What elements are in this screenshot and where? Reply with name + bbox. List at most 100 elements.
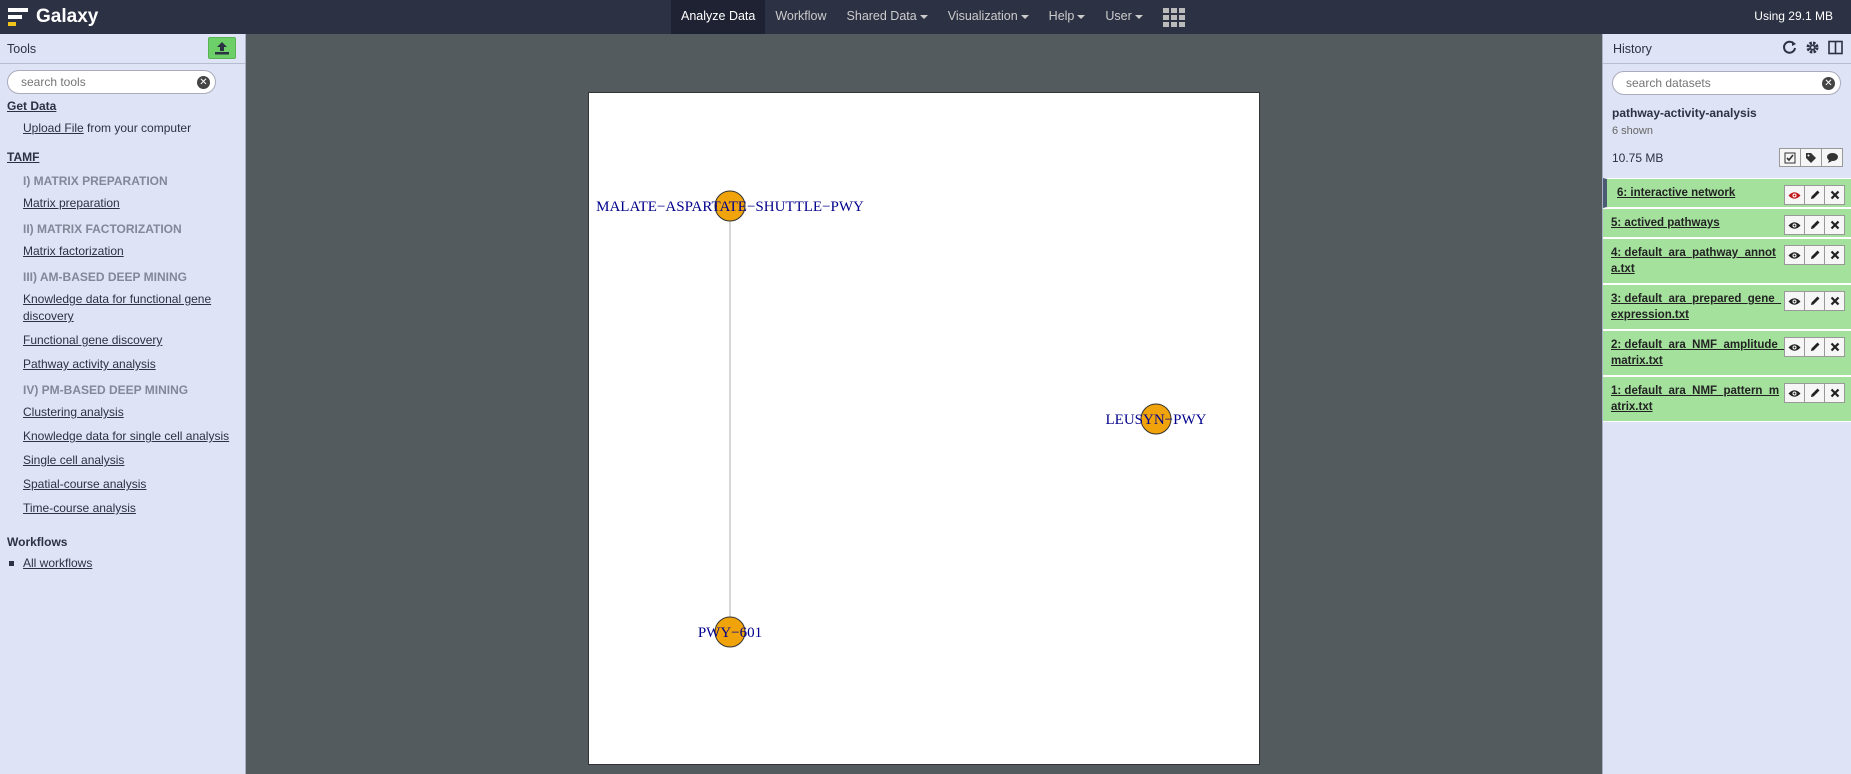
nav-item[interactable]: Help [1039,0,1096,34]
all-workflows-link[interactable]: All workflows [23,556,92,570]
caret-down-icon [1077,14,1086,19]
network-node-label: MALATE−ASPARTATE−SHUTTLE−PWY [596,199,864,215]
upload-file-suffix: from your computer [83,121,192,135]
tool-link[interactable]: Single cell analysis [23,452,239,469]
tool-search: ✕ [7,70,216,94]
tool-link[interactable]: Clustering analysis [23,404,239,421]
history-name[interactable]: pathway-activity-analysis [1612,106,1757,120]
dataset-item[interactable]: 2: default_ara_NMF_amplitude_matrix.txt [1603,330,1851,376]
pencil-icon[interactable] [1804,245,1825,265]
history-actions [1779,148,1843,167]
tool-link[interactable]: Functional gene discovery [23,332,239,349]
upload-file-tool[interactable]: Upload File from your computer [23,120,239,137]
dataset-item[interactable]: 4: default_ara_pathway_annota.txt [1603,238,1851,284]
eye-icon[interactable] [1784,383,1805,403]
pencil-icon[interactable] [1804,337,1825,357]
workflows-title: Workflows [7,535,68,549]
close-icon[interactable] [1824,185,1845,205]
eye-icon[interactable] [1784,291,1805,311]
tool-panel-title: Tools [7,42,37,56]
pencil-icon[interactable] [1804,291,1825,311]
upload-file-link[interactable]: Upload File [23,121,84,135]
columns-icon[interactable] [1828,40,1843,55]
close-icon[interactable] [1824,337,1845,357]
select-all-icon[interactable] [1779,148,1801,167]
tool-link[interactable]: Spatial-course analysis [23,476,239,493]
caret-down-icon [1020,14,1029,19]
nav-item-label: Analyze Data [681,9,756,23]
clear-search-icon[interactable]: ✕ [1822,77,1835,90]
annotation-icon[interactable] [1821,148,1843,167]
center-panel: MALATE−ASPARTATE−SHUTTLE−PWY LEUSYN−PWY PW… [246,34,1602,774]
history-header: History [1603,34,1851,64]
tool-link[interactable]: Pathway activity analysis [23,356,239,373]
eye-icon[interactable] [1784,337,1805,357]
dataset-item[interactable]: 6: interactive network [1603,178,1851,208]
upload-icon [215,42,229,55]
workflows-list-item: All workflows [9,556,239,570]
history-panel: History ✕ pathway-activity-analysis 6 sh… [1602,34,1851,774]
galaxy-logo-icon [8,7,30,27]
tool-items: I) MATRIX PREPARATION Matrix preparation I… [7,174,239,517]
refresh-icon[interactable] [1782,40,1797,55]
close-icon[interactable] [1824,383,1845,403]
caret-down-icon [1134,14,1143,19]
pencil-icon[interactable] [1804,185,1825,205]
bullet-icon [9,560,14,566]
nav-item[interactable]: Shared Data [837,0,938,34]
tool-link[interactable]: Knowledge data for single cell analysis [23,428,239,445]
tags-icon[interactable] [1800,148,1822,167]
apps-grid-icon[interactable] [1153,0,1195,34]
brand[interactable]: Galaxy [8,4,98,30]
brand-title: Galaxy [36,6,99,27]
nav-item[interactable]: User [1095,0,1152,34]
tool-link[interactable]: Knowledge data for functional gene disco… [23,291,239,325]
clear-search-icon[interactable]: ✕ [197,76,210,89]
network-canvas[interactable]: MALATE−ASPARTATE−SHUTTLE−PWY LEUSYN−PWY PW… [588,92,1260,765]
nav-item-label: Shared Data [846,9,917,23]
pencil-icon[interactable] [1804,383,1825,403]
gear-icon[interactable] [1805,40,1820,55]
tool-section-label: IV) PM-BASED DEEP MINING [23,383,189,397]
nav-item-label: User [1105,9,1132,23]
eye-icon[interactable] [1784,185,1805,205]
nav-item[interactable]: Visualization [938,0,1039,34]
tamf-section[interactable]: TAMF [7,150,239,164]
network-node-label: LEUSYN−PWY [1106,412,1207,428]
close-icon[interactable] [1824,291,1845,311]
caret-down-icon [919,14,928,19]
tool-link[interactable]: Matrix preparation [23,195,239,212]
nav-item-label: Help [1048,9,1075,23]
network-graph[interactable]: MALATE−ASPARTATE−SHUTTLE−PWY LEUSYN−PWY PW… [589,93,1261,766]
dataset-item[interactable]: 3: default_ara_prepared_gene_expression.… [1603,284,1851,330]
history-shown-count: 6 shown [1612,125,1653,137]
tool-section-label: I) MATRIX PREPARATION [23,174,168,188]
nav-item-label: Workflow [775,9,827,23]
tool-section-label: II) MATRIX FACTORIZATION [23,222,182,236]
tool-link[interactable]: Time-course analysis [23,500,239,517]
masthead: Galaxy Analyze Data Workflow Shared Data Vi… [0,0,1851,34]
quota-meter[interactable]: Using 29.1 MB [1754,0,1833,34]
history-size: 10.75 MB [1612,151,1664,165]
history-search: ✕ [1612,71,1841,95]
tool-panel-header: Tools [0,34,245,64]
nav-item-label: Visualization [947,9,1018,23]
dataset-item[interactable]: 1: default_ara_NMF_pattern_matrix.txt [1603,376,1851,422]
dataset-item[interactable]: 5: actived pathways [1603,208,1851,238]
tool-search-input[interactable] [8,71,184,93]
close-icon[interactable] [1824,215,1845,235]
upload-button[interactable] [208,37,236,59]
nav-item[interactable]: Analyze Data [671,0,766,34]
close-icon[interactable] [1824,245,1845,265]
history-search-input[interactable] [1613,72,1806,94]
main-nav: Analyze Data Workflow Shared Data Visualiza… [671,0,1195,34]
tool-link[interactable]: Matrix factorization [23,243,239,260]
eye-icon[interactable] [1784,215,1805,235]
get-data-section[interactable]: Get Data [7,99,239,113]
tool-panel: Tools ✕ Get Data Upload File from your c… [0,34,246,774]
pencil-icon[interactable] [1804,215,1825,235]
eye-icon[interactable] [1784,245,1805,265]
nav-item[interactable]: Workflow [765,0,836,34]
network-node-label: PWY−601 [698,625,762,641]
dataset-list: 6: interactive network 5: actived pathway… [1603,178,1851,422]
